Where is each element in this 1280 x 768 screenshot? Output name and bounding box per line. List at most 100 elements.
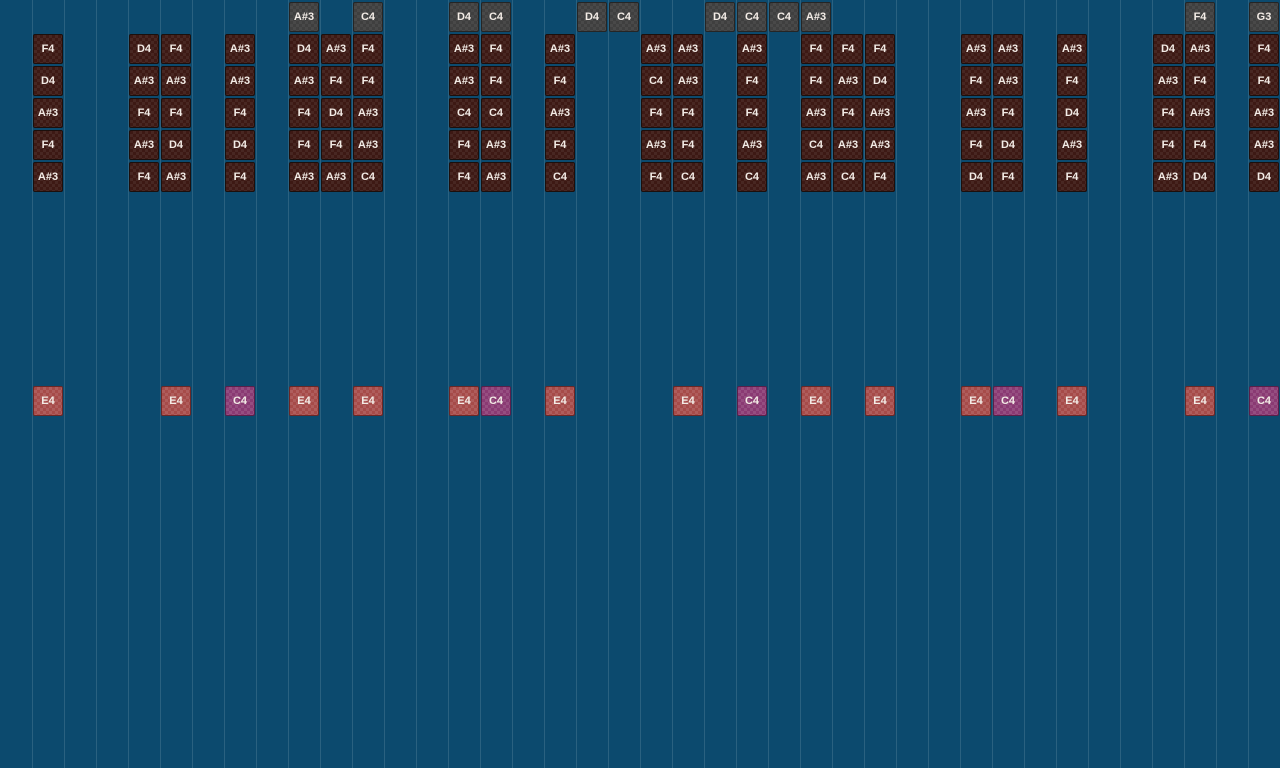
red-note-block[interactable]: E4 [865, 386, 895, 416]
purple-note-block[interactable]: C4 [481, 386, 511, 416]
stacked-note-block[interactable]: A#3 [833, 66, 863, 96]
stacked-note-block[interactable]: A#3 [1249, 98, 1279, 128]
grey-note-block[interactable]: D4 [705, 2, 735, 32]
stacked-note-block[interactable]: D4 [865, 66, 895, 96]
grey-note-block[interactable]: C4 [737, 2, 767, 32]
stacked-note-block[interactable]: A#3 [1185, 98, 1215, 128]
grey-note-block[interactable]: A#3 [801, 2, 831, 32]
stacked-note-block[interactable]: A#3 [1185, 34, 1215, 64]
stacked-note-block[interactable]: F4 [673, 130, 703, 160]
grey-note-block[interactable]: F4 [1185, 2, 1215, 32]
stacked-note-block[interactable]: A#3 [481, 162, 511, 192]
stacked-note-block[interactable]: F4 [449, 162, 479, 192]
stacked-note-block[interactable]: F4 [545, 66, 575, 96]
stacked-note-block[interactable]: C4 [353, 162, 383, 192]
stacked-note-block[interactable]: F4 [641, 162, 671, 192]
stacked-note-block[interactable]: C4 [449, 98, 479, 128]
stacked-note-block[interactable]: D4 [321, 98, 351, 128]
red-note-block[interactable]: E4 [161, 386, 191, 416]
stacked-note-block[interactable]: F4 [801, 34, 831, 64]
stacked-note-block[interactable]: F4 [993, 162, 1023, 192]
stacked-note-block[interactable]: F4 [673, 98, 703, 128]
red-note-block[interactable]: E4 [1185, 386, 1215, 416]
stacked-note-block[interactable]: A#3 [33, 162, 63, 192]
stacked-note-block[interactable]: A#3 [161, 66, 191, 96]
stacked-note-block[interactable]: D4 [289, 34, 319, 64]
stacked-note-block[interactable]: F4 [1057, 162, 1087, 192]
stacked-note-block[interactable]: A#3 [161, 162, 191, 192]
stacked-note-block[interactable]: F4 [737, 66, 767, 96]
grey-note-block[interactable]: D4 [449, 2, 479, 32]
stacked-note-block[interactable]: A#3 [289, 66, 319, 96]
stacked-note-block[interactable]: D4 [225, 130, 255, 160]
stacked-note-block[interactable]: A#3 [865, 130, 895, 160]
stacked-note-block[interactable]: F4 [545, 130, 575, 160]
stacked-note-block[interactable]: F4 [481, 34, 511, 64]
stacked-note-block[interactable]: F4 [641, 98, 671, 128]
purple-note-block[interactable]: C4 [737, 386, 767, 416]
stacked-note-block[interactable]: A#3 [801, 162, 831, 192]
stacked-note-block[interactable]: A#3 [33, 98, 63, 128]
stacked-note-block[interactable]: D4 [33, 66, 63, 96]
stacked-note-block[interactable]: F4 [833, 98, 863, 128]
stacked-note-block[interactable]: A#3 [545, 34, 575, 64]
stacked-note-block[interactable]: D4 [993, 130, 1023, 160]
stacked-note-block[interactable]: A#3 [481, 130, 511, 160]
stacked-note-block[interactable]: A#3 [641, 34, 671, 64]
red-note-block[interactable]: E4 [961, 386, 991, 416]
stacked-note-block[interactable]: F4 [321, 66, 351, 96]
stacked-note-block[interactable]: F4 [449, 130, 479, 160]
stacked-note-block[interactable]: F4 [1185, 130, 1215, 160]
stacked-note-block[interactable]: F4 [865, 34, 895, 64]
stacked-note-block[interactable]: A#3 [673, 34, 703, 64]
red-note-block[interactable]: E4 [545, 386, 575, 416]
stacked-note-block[interactable]: F4 [129, 98, 159, 128]
grey-note-block[interactable]: C4 [481, 2, 511, 32]
red-note-block[interactable]: E4 [289, 386, 319, 416]
stacked-note-block[interactable]: F4 [33, 34, 63, 64]
red-note-block[interactable]: E4 [801, 386, 831, 416]
stacked-note-block[interactable]: D4 [1185, 162, 1215, 192]
stacked-note-block[interactable]: F4 [289, 98, 319, 128]
stacked-note-block[interactable]: F4 [1153, 98, 1183, 128]
stacked-note-block[interactable]: A#3 [641, 130, 671, 160]
stacked-note-block[interactable]: C4 [545, 162, 575, 192]
stacked-note-block[interactable]: A#3 [225, 66, 255, 96]
stacked-note-block[interactable]: A#3 [353, 98, 383, 128]
stacked-note-block[interactable]: F4 [225, 162, 255, 192]
stacked-note-block[interactable]: F4 [993, 98, 1023, 128]
stacked-note-block[interactable]: D4 [161, 130, 191, 160]
stacked-note-block[interactable]: F4 [961, 66, 991, 96]
stacked-note-block[interactable]: A#3 [129, 66, 159, 96]
stacked-note-block[interactable]: C4 [673, 162, 703, 192]
stacked-note-block[interactable]: A#3 [321, 162, 351, 192]
stacked-note-block[interactable]: A#3 [1153, 162, 1183, 192]
stacked-note-block[interactable]: A#3 [1057, 130, 1087, 160]
stacked-note-block[interactable]: F4 [961, 130, 991, 160]
stacked-note-block[interactable]: F4 [289, 130, 319, 160]
red-note-block[interactable]: E4 [449, 386, 479, 416]
stacked-note-block[interactable]: F4 [1185, 66, 1215, 96]
stacked-note-block[interactable]: F4 [161, 34, 191, 64]
red-note-block[interactable]: E4 [353, 386, 383, 416]
stacked-note-block[interactable]: F4 [833, 34, 863, 64]
stacked-note-block[interactable]: A#3 [353, 130, 383, 160]
grey-note-block[interactable]: D4 [577, 2, 607, 32]
stacked-note-block[interactable]: A#3 [1057, 34, 1087, 64]
stacked-note-block[interactable]: A#3 [993, 66, 1023, 96]
stacked-note-block[interactable]: C4 [801, 130, 831, 160]
stacked-note-block[interactable]: F4 [1249, 66, 1279, 96]
stacked-note-block[interactable]: F4 [1249, 34, 1279, 64]
red-note-block[interactable]: E4 [33, 386, 63, 416]
grey-note-block[interactable]: C4 [353, 2, 383, 32]
stacked-note-block[interactable]: A#3 [449, 66, 479, 96]
purple-note-block[interactable]: C4 [1249, 386, 1279, 416]
stacked-note-block[interactable]: A#3 [993, 34, 1023, 64]
stacked-note-block[interactable]: C4 [833, 162, 863, 192]
stacked-note-block[interactable]: F4 [33, 130, 63, 160]
stacked-note-block[interactable]: D4 [961, 162, 991, 192]
purple-note-block[interactable]: C4 [225, 386, 255, 416]
red-note-block[interactable]: E4 [673, 386, 703, 416]
red-note-block[interactable]: E4 [1057, 386, 1087, 416]
stacked-note-block[interactable]: A#3 [225, 34, 255, 64]
